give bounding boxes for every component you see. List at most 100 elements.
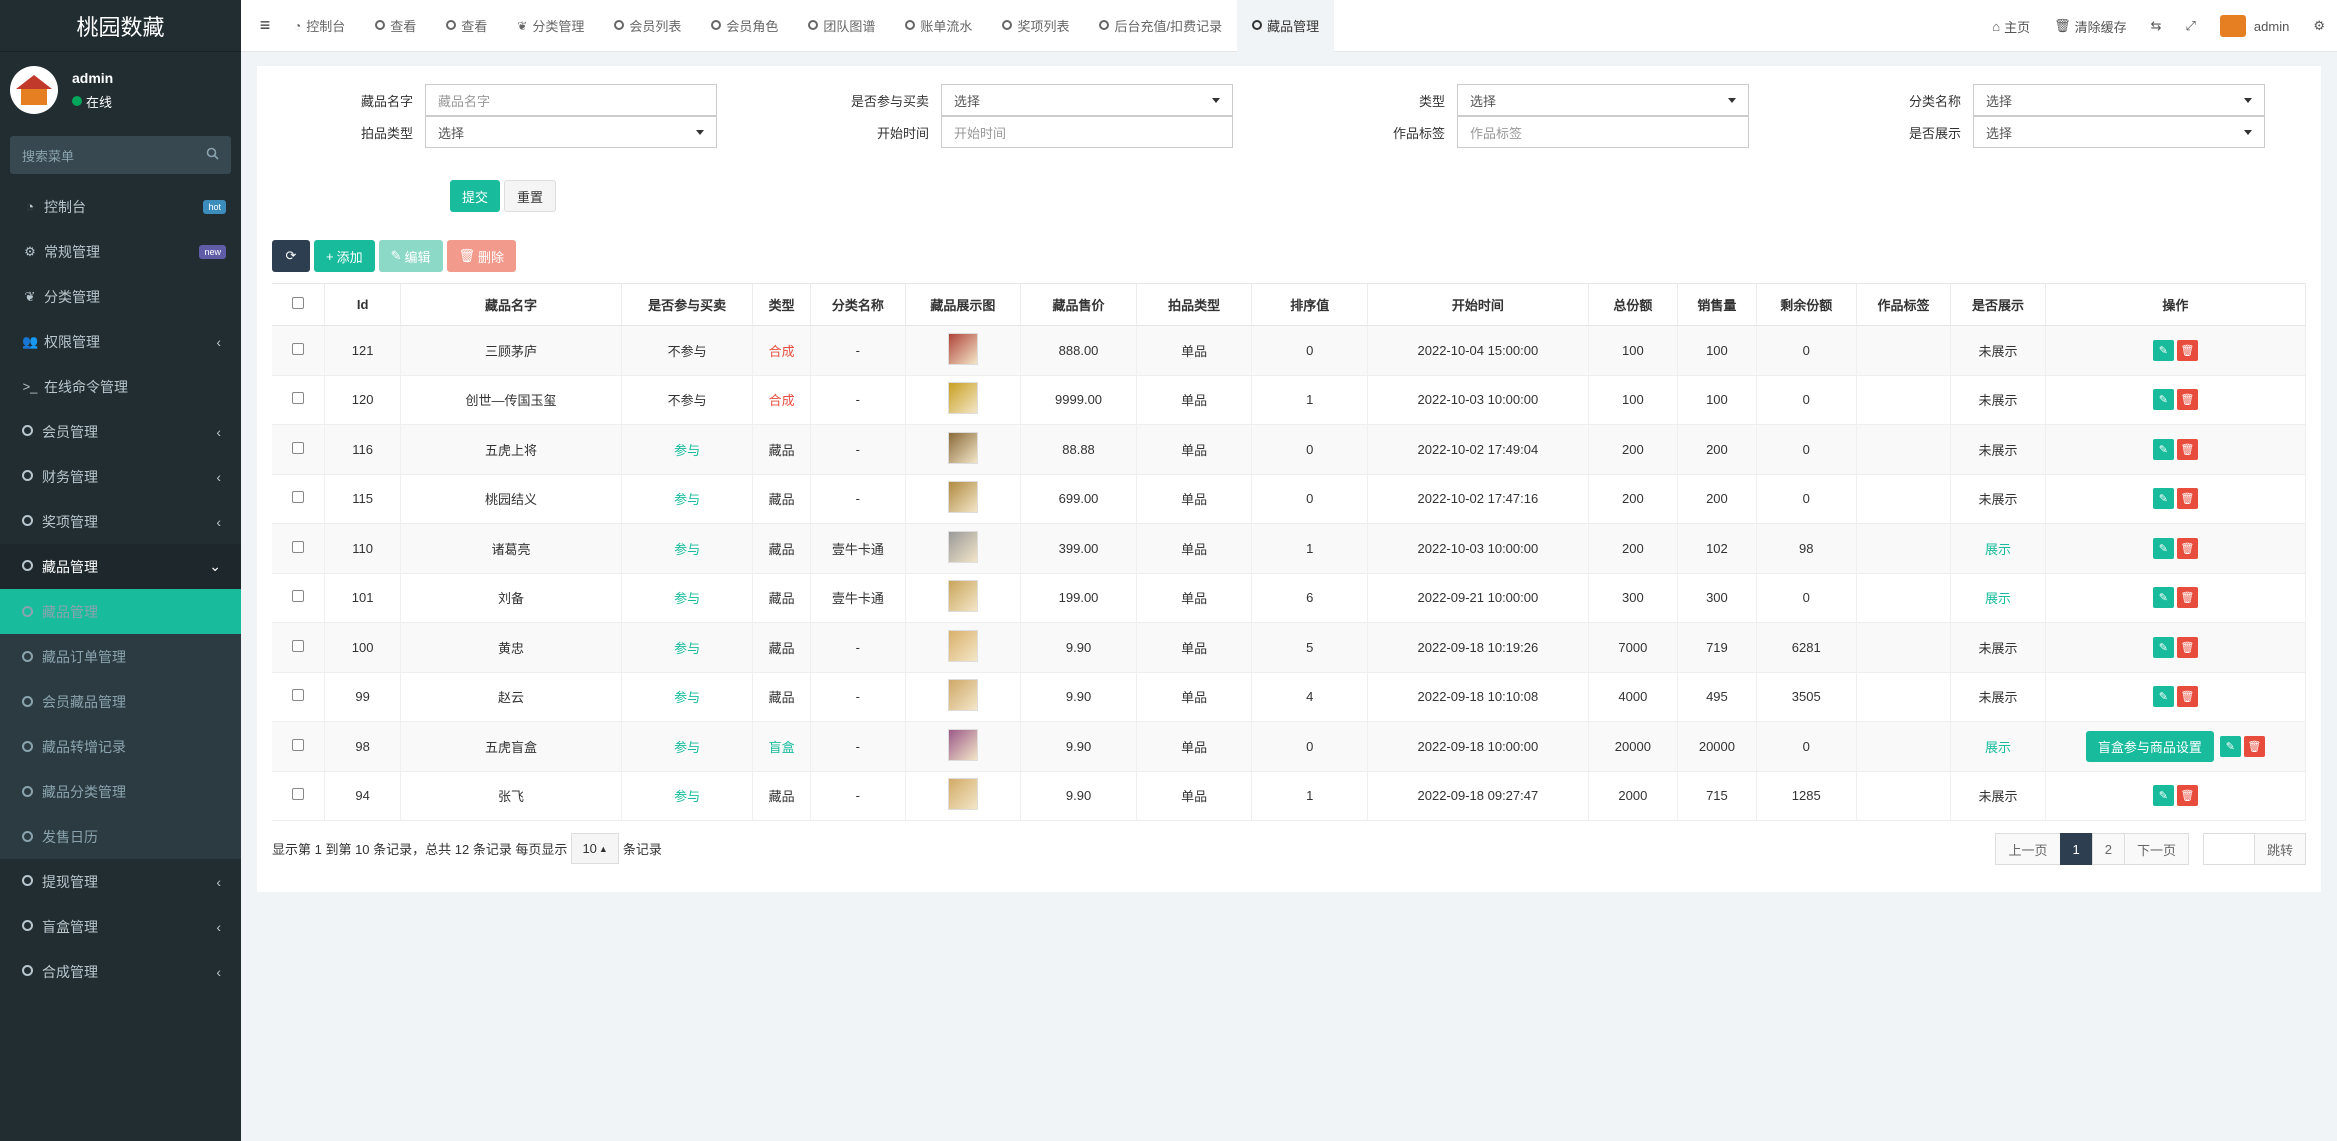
delete-row-trash-icon[interactable]: 🗑 — [2243, 735, 2265, 757]
row-checkbox[interactable] — [272, 672, 326, 722]
jump-page-input[interactable] — [2202, 833, 2255, 865]
column-header[interactable]: 分类名称 — [810, 283, 906, 326]
nav-tab[interactable]: 查看 — [431, 0, 502, 52]
submenu-item[interactable]: 藏品订单管理 — [0, 634, 241, 679]
sidebar-item[interactable]: 藏品管理 ⌄ — [0, 544, 241, 589]
refresh-icon[interactable]: ⟳ — [272, 240, 310, 272]
form-select[interactable]: 选择 — [425, 116, 717, 148]
sidebar-search-input[interactable]: 搜索菜单 — [10, 136, 231, 174]
column-header[interactable]: 藏品展示图 — [905, 283, 1022, 326]
sidebar-item[interactable]: 会员管理 ‹ — [0, 409, 241, 454]
delete-row-trash-icon[interactable]: 🗑 — [2176, 488, 2198, 510]
sidebar-item[interactable]: 👥 权限管理 ‹ — [0, 319, 241, 364]
column-header[interactable]: 藏品售价 — [1020, 283, 1137, 326]
row-checkbox[interactable] — [272, 573, 326, 623]
nav-tab[interactable]: ❦ 分类管理 — [502, 0, 599, 52]
collection-thumbnail[interactable] — [947, 580, 978, 613]
collection-thumbnail[interactable] — [947, 332, 978, 365]
collection-thumbnail[interactable] — [947, 431, 978, 464]
sidebar-item[interactable]: 提现管理 ‹ — [0, 859, 241, 904]
prev-page-button[interactable]: 上一页 — [1995, 833, 2061, 865]
column-header[interactable]: 剩余份额 — [1756, 283, 1857, 326]
menu-toggle-icon[interactable]: ≡ — [251, 15, 279, 36]
column-header[interactable]: 操作 — [2045, 283, 2307, 326]
column-header[interactable]: 总份额 — [1588, 283, 1679, 326]
column-header[interactable]: 是否参与买卖 — [621, 283, 754, 326]
table-row[interactable]: 99 赵云 参与 藏品 - 9.90 单品 4 2022-09-18 10:10:08 4000 4… — [272, 672, 2307, 722]
column-header[interactable]: 拍品类型 — [1136, 283, 1253, 326]
column-header[interactable]: 是否展示 — [1950, 283, 2046, 326]
edit-button[interactable]: ✎ 编辑 — [378, 240, 443, 272]
nav-tab[interactable]: 后台充值/扣费记录 — [1084, 0, 1237, 52]
collection-thumbnail[interactable] — [947, 530, 978, 563]
language-icon[interactable]: ⇆ — [2139, 18, 2174, 34]
nav-tab[interactable]: ◔ 控制台 — [279, 0, 360, 52]
form-select[interactable]: 选择 — [941, 84, 1233, 116]
blindbox-settings-button[interactable]: 盲盒参与商品设置 — [2085, 730, 2214, 762]
sidebar-item[interactable]: ⚙ 常规管理 new — [0, 229, 241, 274]
form-input[interactable]: 开始时间 — [941, 116, 1233, 148]
delete-row-trash-icon[interactable]: 🗑 — [2176, 339, 2198, 361]
delete-row-trash-icon[interactable]: 🗑 — [2176, 537, 2198, 559]
delete-row-trash-icon[interactable]: 🗑 — [2176, 636, 2198, 658]
edit-row-pencil-icon[interactable]: ✎ — [2152, 438, 2174, 460]
row-checkbox[interactable] — [272, 622, 326, 673]
row-checkbox[interactable] — [272, 523, 326, 574]
edit-row-pencil-icon[interactable]: ✎ — [2152, 785, 2174, 807]
collection-thumbnail[interactable] — [947, 481, 978, 514]
form-select[interactable]: 选择 — [1973, 84, 2265, 116]
clear-cache-button[interactable]: 🗑 清除缓存 — [2042, 17, 2139, 36]
submit-button[interactable]: 提交 — [450, 180, 501, 212]
edit-row-pencil-icon[interactable]: ✎ — [2219, 735, 2241, 757]
edit-row-pencil-icon[interactable]: ✎ — [2152, 587, 2174, 609]
sidebar-item[interactable]: 财务管理 ‹ — [0, 454, 241, 499]
brand-logo[interactable]: 桃园数藏 — [0, 0, 241, 52]
page-1-button[interactable]: 1 — [2059, 833, 2093, 865]
nav-tab[interactable]: 藏品管理 — [1237, 0, 1335, 52]
fullscreen-icon[interactable]: ⤢ — [2174, 18, 2208, 34]
add-button[interactable]: + 添加 — [314, 240, 375, 272]
admin-menu[interactable]: admin — [2208, 15, 2301, 37]
select-all-checkbox[interactable] — [272, 283, 326, 326]
table-row[interactable]: 110 诸葛亮 参与 藏品 壹牛卡通 399.00 单品 1 2022-10-03 10:00:… — [272, 523, 2307, 574]
table-row[interactable]: 115 桃园结义 参与 藏品 - 699.00 单品 0 2022-10-02 17:47:16… — [272, 474, 2307, 524]
form-select[interactable]: 选择 — [1457, 84, 1749, 116]
form-input[interactable]: 藏品名字 — [425, 84, 717, 116]
edit-row-pencil-icon[interactable]: ✎ — [2152, 488, 2174, 510]
delete-row-trash-icon[interactable]: 🗑 — [2176, 785, 2198, 807]
edit-row-pencil-icon[interactable]: ✎ — [2152, 537, 2174, 559]
sidebar-item[interactable]: 奖项管理 ‹ — [0, 499, 241, 544]
row-checkbox[interactable] — [272, 325, 326, 376]
submenu-item[interactable]: 发售日历 — [0, 814, 241, 859]
sidebar-item[interactable]: >_ 在线命令管理 — [0, 364, 241, 409]
delete-button[interactable]: 🗑 删除 — [446, 240, 517, 272]
column-header[interactable]: 开始时间 — [1367, 283, 1589, 326]
delete-row-trash-icon[interactable]: 🗑 — [2176, 686, 2198, 708]
column-header[interactable]: 类型 — [752, 283, 812, 326]
page-size-select[interactable]: 10 ▲ — [571, 833, 619, 864]
delete-row-trash-icon[interactable]: 🗑 — [2176, 587, 2198, 609]
table-row[interactable]: 121 三顾茅庐 不参与 合成 - 888.00 单品 0 2022-10-04 15:00:0… — [272, 325, 2307, 376]
submenu-item[interactable]: 藏品管理 — [0, 589, 241, 634]
reset-button[interactable]: 重置 — [504, 180, 557, 212]
column-header[interactable]: Id — [324, 283, 402, 326]
nav-tab[interactable]: 查看 — [360, 0, 431, 52]
page-2-button[interactable]: 2 — [2091, 833, 2125, 865]
nav-tab[interactable]: 奖项列表 — [987, 0, 1084, 52]
edit-row-pencil-icon[interactable]: ✎ — [2152, 686, 2174, 708]
next-page-button[interactable]: 下一页 — [2123, 833, 2189, 865]
search-icon[interactable] — [206, 147, 219, 163]
table-row[interactable]: 100 黄忠 参与 藏品 - 9.90 单品 5 2022-09-18 10:19:26 7000… — [272, 622, 2307, 673]
sidebar-item[interactable]: ❦ 分类管理 — [0, 274, 241, 319]
collection-thumbnail[interactable] — [947, 629, 978, 662]
submenu-item[interactable]: 会员藏品管理 — [0, 679, 241, 724]
edit-row-pencil-icon[interactable]: ✎ — [2152, 339, 2174, 361]
row-checkbox[interactable] — [272, 721, 326, 772]
delete-row-trash-icon[interactable]: 🗑 — [2176, 389, 2198, 411]
sidebar-item[interactable]: 合成管理 ‹ — [0, 949, 241, 994]
nav-tab[interactable]: 账单流水 — [890, 0, 987, 52]
row-checkbox[interactable] — [272, 474, 326, 524]
edit-row-pencil-icon[interactable]: ✎ — [2152, 636, 2174, 658]
collection-thumbnail[interactable] — [947, 679, 978, 712]
nav-tab[interactable]: 会员角色 — [696, 0, 793, 52]
